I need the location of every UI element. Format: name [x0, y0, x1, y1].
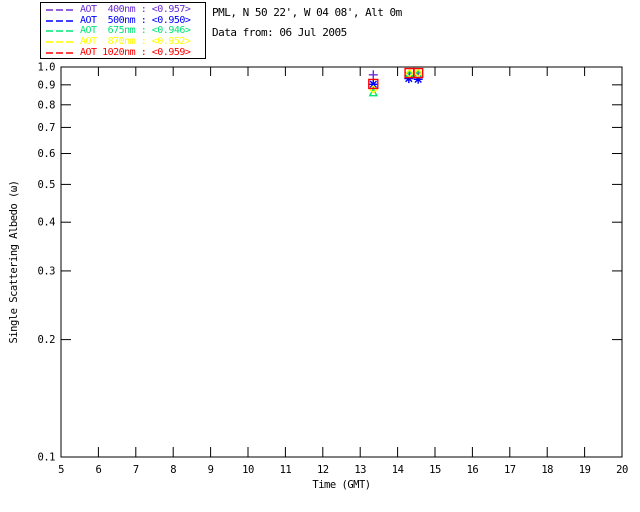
x-tick-label: 11 [280, 464, 292, 476]
x-tick-label: 16 [467, 464, 479, 476]
x-tick-label: 10 [242, 464, 254, 476]
y-tick-label: 0.9 [38, 79, 56, 91]
x-tick-label: 9 [208, 464, 214, 476]
y-tick-label: 0.8 [38, 99, 56, 111]
x-tick-label: 8 [170, 464, 176, 476]
ssa-scatter-chart: 5 6 7 8 9 10 11 12 13 14 15 16 17 18 19 20 1.0 0.9 0.8 0.7 0… [0, 0, 640, 512]
axes-frame [61, 67, 622, 457]
x-tick-label: 20 [616, 464, 628, 476]
y-tick-label: 0.2 [38, 334, 56, 346]
y-tick-label: 1.0 [38, 62, 56, 74]
y-tick-label: 0.5 [38, 179, 56, 191]
x-tick-label: 18 [541, 464, 553, 476]
y-tick-label: 0.4 [38, 217, 56, 229]
x-tick-label: 15 [429, 464, 441, 476]
y-axis-title: Single Scattering Albedo (ω) [8, 180, 20, 343]
data-point-aot-400nm [369, 70, 378, 79]
x-tick-label: 13 [354, 464, 366, 476]
x-axis-title: Time (GMT) [312, 479, 370, 491]
y-tick-label: 0.1 [38, 452, 56, 464]
x-tick-label: 17 [504, 464, 516, 476]
x-tick-label: 19 [579, 464, 591, 476]
y-tick-label: 0.7 [38, 122, 56, 134]
x-tick-label: 12 [317, 464, 329, 476]
x-tick-label: 14 [392, 464, 404, 476]
y-tick-label: 0.3 [38, 265, 56, 277]
x-tick-label: 6 [95, 464, 101, 476]
x-tick-label: 7 [133, 464, 139, 476]
y-tick-label: 0.6 [38, 148, 56, 160]
x-tick-label: 5 [58, 464, 64, 476]
